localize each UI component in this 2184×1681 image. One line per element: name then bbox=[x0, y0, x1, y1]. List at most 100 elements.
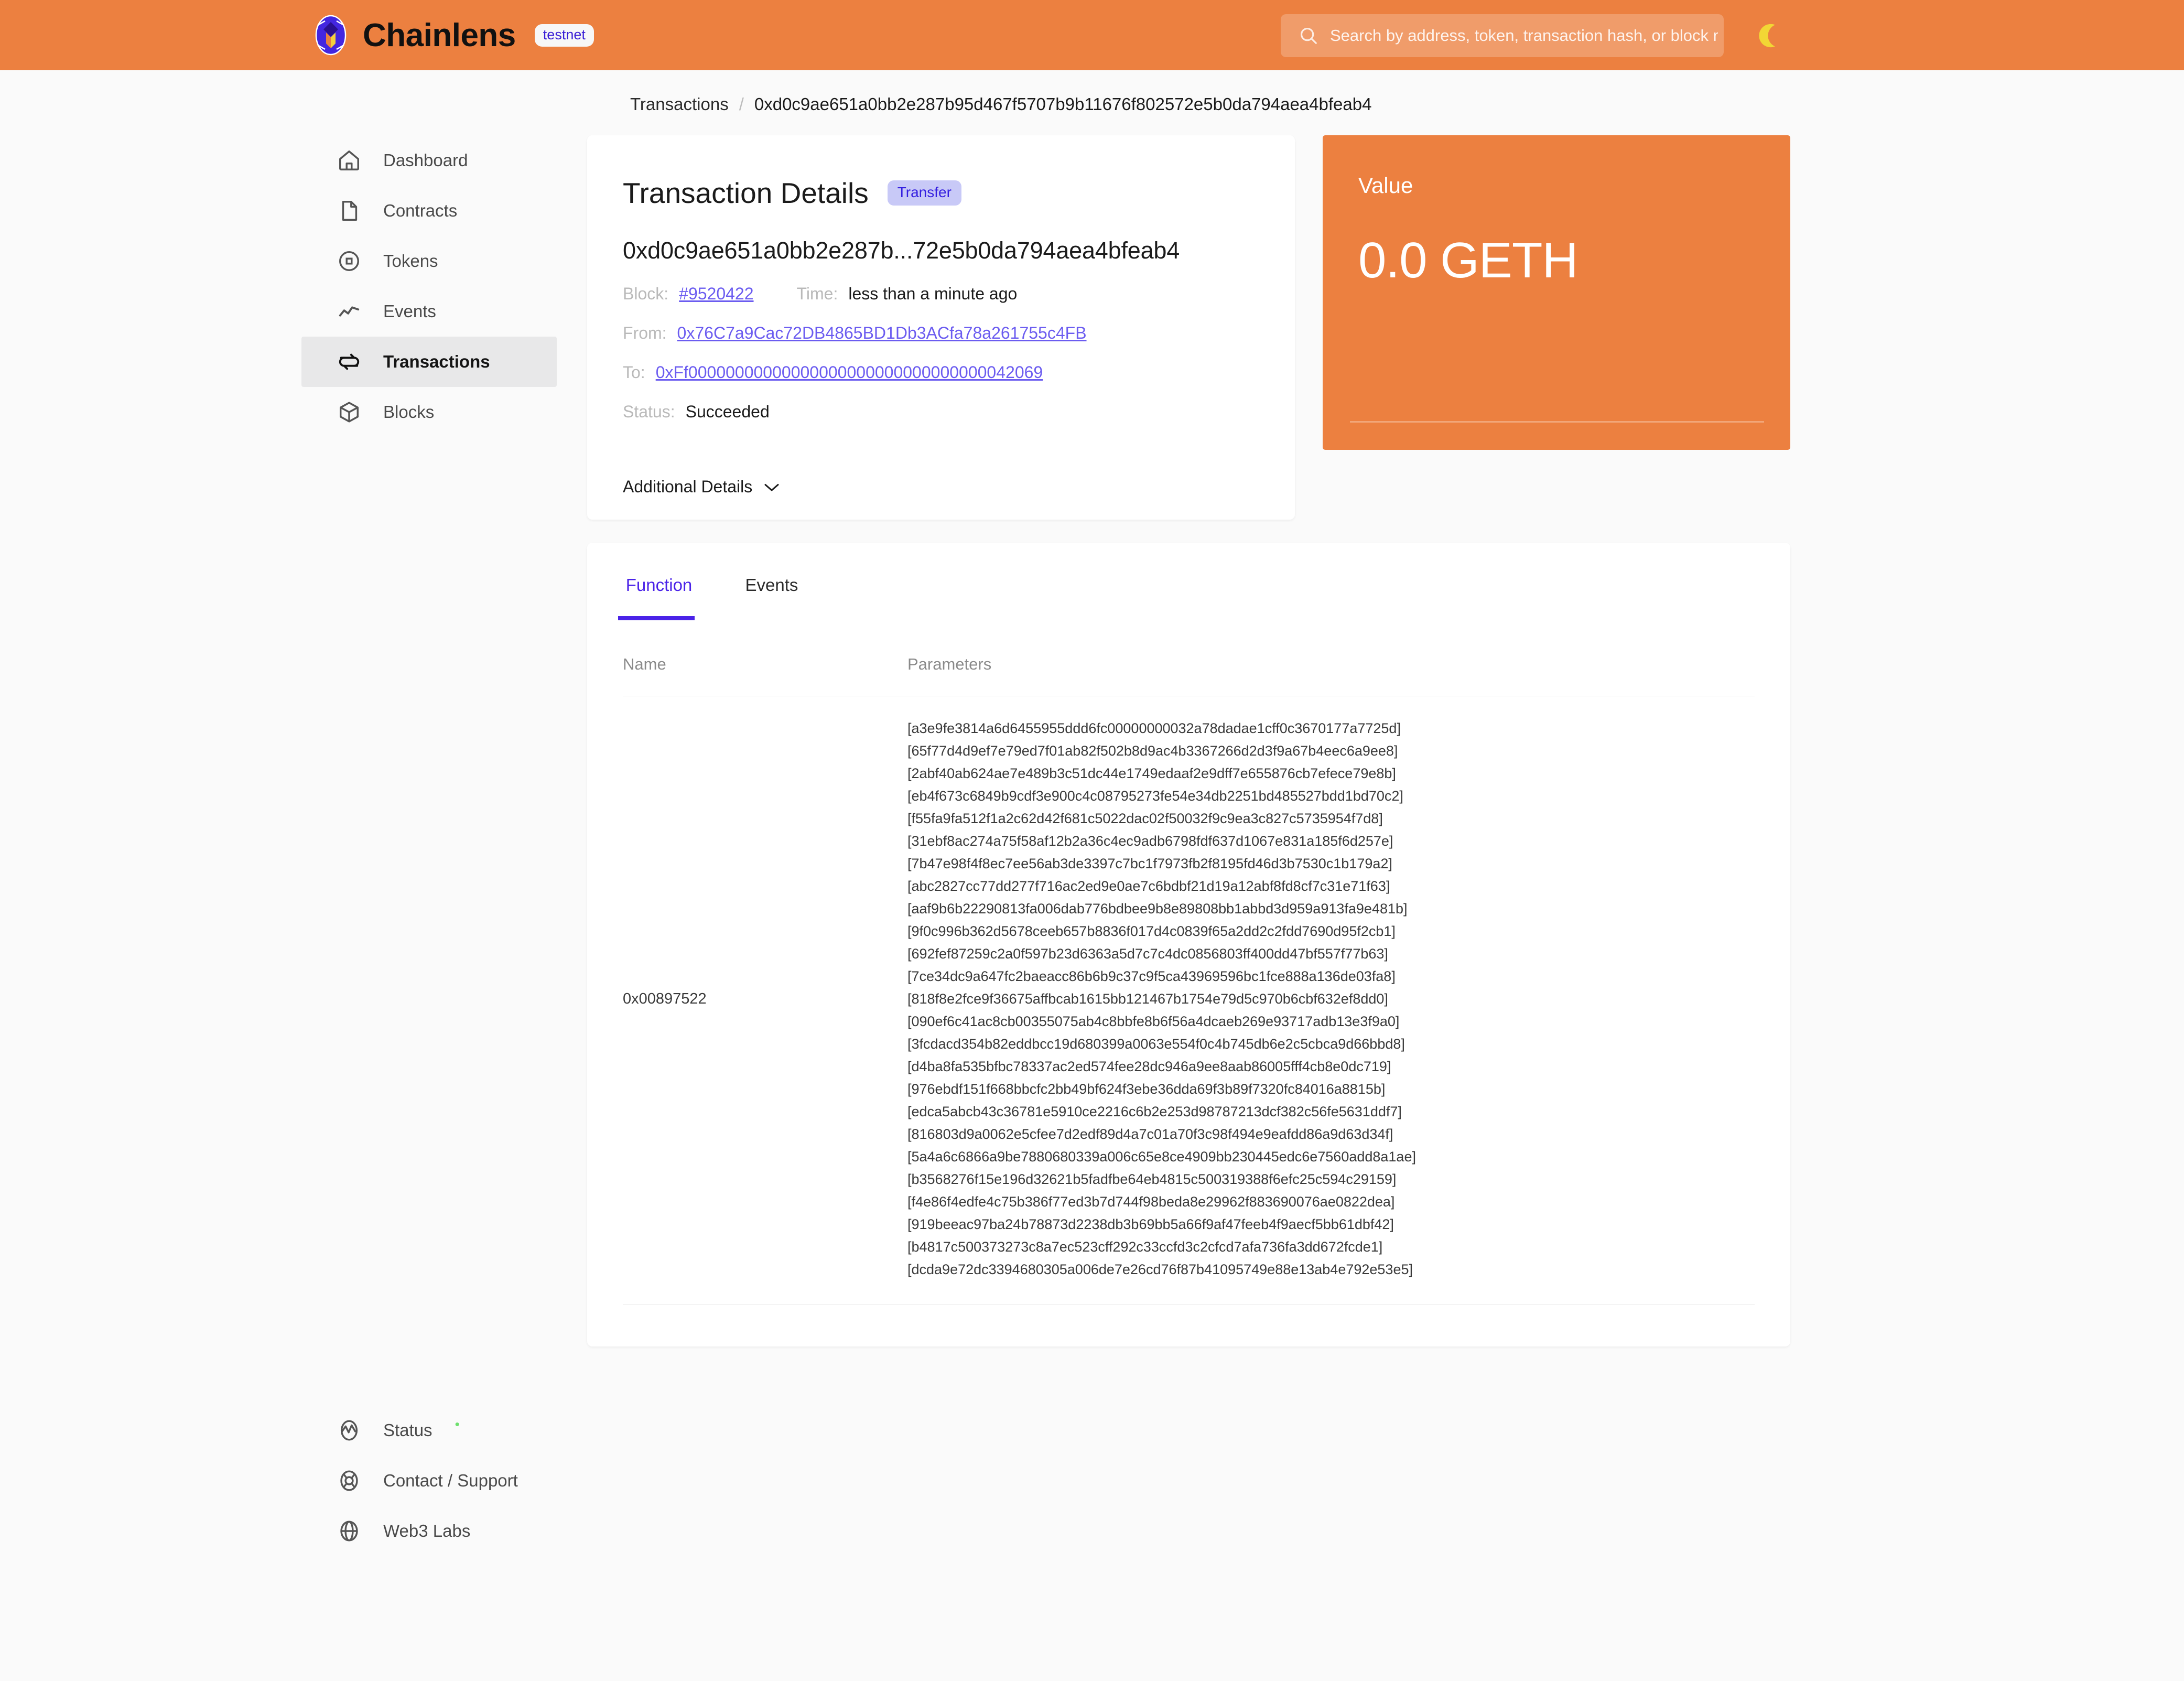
breadcrumb-current: 0xd0c9ae651a0bb2e287b95d467f5707b9b11676… bbox=[754, 94, 1372, 114]
moon-icon[interactable] bbox=[1754, 21, 1783, 50]
column-header-name: Name bbox=[623, 655, 666, 673]
parameter-line: [b3568276f15e196d32621b5fadfbe64eb4815c5… bbox=[907, 1171, 1397, 1187]
parameter-line: [976ebdf151f668bbcfc2bb49bf624f3ebe36dda… bbox=[907, 1081, 1386, 1097]
value-label: Value bbox=[1358, 173, 1413, 198]
brand-name: Chainlens bbox=[363, 17, 516, 53]
parameter-line: [816803d9a0062e5cfee7d2edf89d4a7c01a70f3… bbox=[907, 1126, 1393, 1142]
sidebar-item-label: Tokens bbox=[383, 251, 438, 271]
lifebuoy-icon bbox=[340, 1470, 358, 1491]
status-label: Status: bbox=[623, 402, 675, 421]
parameter-line: [dcda9e72dc3394680305a006de7e26cd76f87b4… bbox=[907, 1262, 1413, 1277]
chart-line-icon bbox=[339, 306, 360, 317]
parameter-line: [edca5abcb43c36781e5910ce2216c6b2e253d98… bbox=[907, 1104, 1402, 1119]
parameter-line: [818f8e2fce9f36675affbcab1615bb121467b17… bbox=[907, 991, 1388, 1007]
function-table: Name Parameters 0x00897522 [a3e9fe3814a6… bbox=[587, 655, 1790, 1305]
parameter-line: [5a4a6c6866a9be7880680339a006c65e8ce4909… bbox=[907, 1149, 1416, 1165]
panel-tabs: Function Events bbox=[587, 543, 1790, 620]
transaction-type-badge: Transfer bbox=[887, 180, 961, 206]
globe-icon bbox=[340, 1521, 358, 1542]
table-row: 0x00897522 [a3e9fe3814a6d6455955ddd6fc00… bbox=[623, 696, 1755, 1305]
sidebar-item-label: Transactions bbox=[383, 352, 490, 371]
parameter-line: [abc2827cc77dd277f716ac2ed9e0ae7c6bdbf21… bbox=[907, 878, 1390, 894]
sidebar-item-label: Dashboard bbox=[383, 150, 468, 170]
block-label: Block: bbox=[623, 284, 669, 303]
from-label: From: bbox=[623, 324, 667, 342]
column-header-parameters: Parameters bbox=[907, 655, 992, 673]
breadcrumb-parent-link[interactable]: Transactions bbox=[630, 94, 729, 114]
pulse-icon bbox=[340, 1420, 358, 1441]
parameter-line: [7ce34dc9a647fc2baeacc86b6b9c37c9f5ca439… bbox=[907, 968, 1396, 984]
parameter-line: [31ebf8ac274a75f58af12b2a36c4ec9adb6798f… bbox=[907, 833, 1393, 849]
search-bar[interactable] bbox=[1281, 14, 1724, 57]
parameter-line: [9f0c996b362d5678ceeb657b8836f017d4c0839… bbox=[907, 923, 1396, 939]
swap-arrows-icon bbox=[339, 353, 360, 370]
sidebar-item-label: Blocks bbox=[383, 402, 435, 422]
time-label: Time: bbox=[796, 284, 838, 303]
search-icon bbox=[1300, 27, 1317, 44]
home-icon bbox=[339, 150, 359, 170]
tab-events[interactable]: Events bbox=[740, 543, 803, 620]
parameter-line: [090ef6c41ac8cb00355075ab4c8bbfe8b6f56a4… bbox=[907, 1014, 1400, 1029]
footer-item-status[interactable]: Status • bbox=[301, 1405, 557, 1456]
parameter-line: [65f77d4d9ef7e79ed7f01ab82f502b8d9ac4b33… bbox=[907, 743, 1398, 759]
parameter-line: [f4e86f4edfe4c75b386f77ed3b7d744f98beda8… bbox=[907, 1194, 1395, 1210]
network-badge: testnet bbox=[534, 24, 594, 47]
value-card: Value 0.0 GETH bbox=[1323, 135, 1790, 450]
breadcrumb: Transactions / 0xd0c9ae651a0bb2e287b95d4… bbox=[630, 94, 1371, 114]
block-number-link[interactable]: #9520422 bbox=[679, 284, 753, 304]
footer-item-label: Status bbox=[383, 1420, 433, 1440]
parameter-line: [eb4f673c6849b9cdf3e900c4c08795273fe54e3… bbox=[907, 788, 1403, 804]
transaction-details-header: Transaction Details Transfer bbox=[587, 135, 1295, 210]
footer-item-label: Web3 Labs bbox=[383, 1521, 471, 1540]
parameter-line: [919beeac97ba24b78873d2238db3b69bb5a66f9… bbox=[907, 1216, 1394, 1232]
breadcrumb-separator: / bbox=[739, 94, 744, 114]
additional-details-label: Additional Details bbox=[623, 477, 753, 496]
function-parameters-cell: [a3e9fe3814a6d6455955ddd6fc00000000032a7… bbox=[907, 717, 1755, 1281]
parameter-line: [b4817c500373273c8a7ec523cff292c33ccfd3c… bbox=[907, 1239, 1383, 1255]
value-card-divider bbox=[1350, 421, 1764, 423]
value-amount: 0.0 GETH bbox=[1358, 232, 1578, 288]
parameter-line: [3fcdacd354b82eddbcc19d680399a0063e554f0… bbox=[907, 1036, 1405, 1052]
chainlens-logo-icon bbox=[315, 15, 347, 56]
document-icon bbox=[342, 201, 358, 221]
brand[interactable]: Chainlens testnet bbox=[310, 15, 594, 56]
from-address-link[interactable]: 0x76C7a9Cac72DB4865BD1Db3ACfa78a261755c4… bbox=[677, 324, 1087, 343]
time-value: less than a minute ago bbox=[848, 284, 1018, 303]
sidebar-item-dashboard[interactable]: Dashboard bbox=[301, 135, 557, 186]
cube-icon bbox=[339, 402, 359, 423]
to-row: To: 0xFf00000000000000000000000000000000… bbox=[587, 363, 1295, 382]
transaction-hash: 0xd0c9ae651a0bb2e287b...72e5b0da794aea4b… bbox=[623, 237, 1180, 264]
sidebar-item-label: Events bbox=[383, 301, 436, 321]
parameter-line: [7b47e98f4f8ec7ee56ab3de3397c7bc1f7973fb… bbox=[907, 856, 1392, 871]
app-header: Chainlens testnet bbox=[0, 0, 2184, 70]
function-name-cell: 0x00897522 bbox=[623, 990, 707, 1007]
to-label: To: bbox=[623, 363, 645, 382]
footer-item-label: Contact / Support bbox=[383, 1471, 518, 1490]
parameter-line: [d4ba8fa535bfbc78337ac2ed574fee28dc946a9… bbox=[907, 1059, 1391, 1074]
parameter-line: [f55fa9fa512f1a2c62d42f681c5022dac02f500… bbox=[907, 811, 1383, 826]
block-time-row: Block: #9520422 Time: less than a minute… bbox=[587, 284, 1295, 304]
sidebar-item-tokens[interactable]: Tokens bbox=[301, 236, 557, 286]
status-indicator-dot: • bbox=[455, 1416, 460, 1432]
sidebar-item-contracts[interactable]: Contracts bbox=[301, 186, 557, 236]
parameter-line: [692fef87259c2a0f597b23d6363a5d7c7c4dc08… bbox=[907, 946, 1388, 962]
tab-function[interactable]: Function bbox=[618, 543, 695, 620]
sidebar-item-blocks[interactable]: Blocks bbox=[301, 387, 557, 437]
token-circle-icon bbox=[339, 251, 359, 271]
function-events-panel: Function Events Name Parameters 0x008975… bbox=[587, 543, 1790, 1346]
additional-details-toggle[interactable]: Additional Details bbox=[587, 477, 1295, 497]
sidebar-item-events[interactable]: Events bbox=[301, 286, 557, 337]
chevron-down-icon bbox=[764, 483, 779, 491]
status-row: Status: Succeeded bbox=[587, 402, 1295, 422]
sidebar-item-label: Contracts bbox=[383, 201, 458, 220]
footer-item-contact-support[interactable]: Contact / Support bbox=[301, 1456, 557, 1506]
transaction-details-card: Transaction Details Transfer 0xd0c9ae651… bbox=[587, 135, 1295, 520]
page-title: Transaction Details bbox=[623, 177, 869, 209]
parameter-line: [aaf9b6b22290813fa006dab776bdbee9b8e8980… bbox=[907, 901, 1408, 917]
to-address-link[interactable]: 0xFf000000000000000000000000000000000420… bbox=[656, 363, 1043, 382]
footer-item-web3-labs[interactable]: Web3 Labs bbox=[301, 1506, 557, 1556]
sidebar-nav: Dashboard Contracts Tokens Events Transa… bbox=[301, 135, 557, 437]
search-input[interactable] bbox=[1330, 26, 1718, 45]
sidebar-item-transactions[interactable]: Transactions bbox=[301, 337, 557, 387]
from-row: From: 0x76C7a9Cac72DB4865BD1Db3ACfa78a26… bbox=[587, 324, 1295, 343]
